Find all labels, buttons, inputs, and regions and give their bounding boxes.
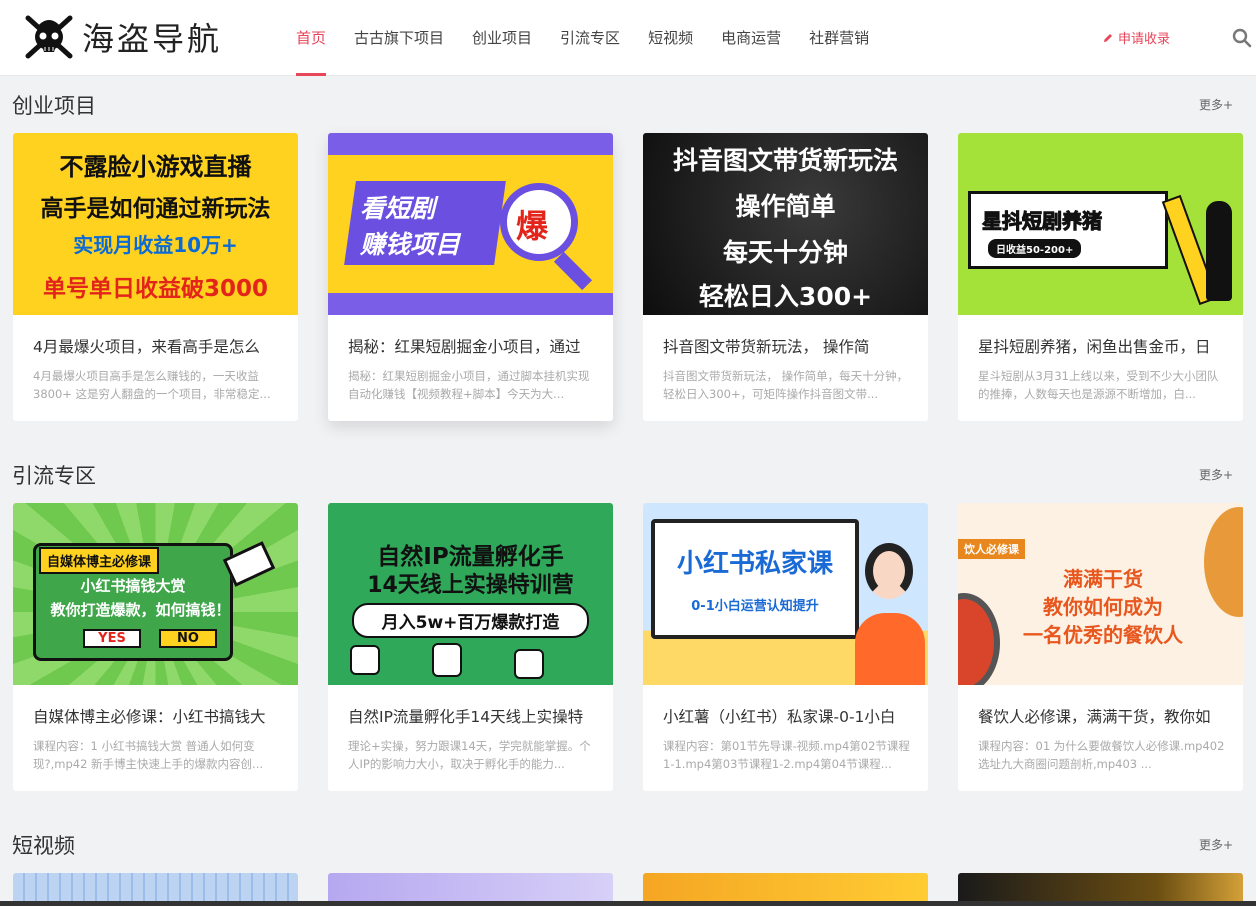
thumb-text: 操作简单 [735,192,836,221]
woman-body [855,613,925,685]
card-title: 自然IP流量孵化手14天线上实操特 [348,708,584,726]
thumb-text: 14天线上实操特训营 [367,573,574,598]
thumb-text: 小红书搞钱大赏 [80,577,186,595]
apply-listing-label: 申请收录 [1118,32,1171,47]
card-description: 揭秘：红果短剧掘金小项目，通过脚本挂机实现自动化赚钱【视频教程+脚本】今天为大.… [348,369,590,401]
thumbs-up-icon [350,645,380,675]
card-description: 课程内容：第01节先导课-视频.mp4第02节课程1-1.mp4第03节课程1-… [663,739,910,771]
card-thumbnail: 抖音图文带货新玩法 操作简单 每天十分钟 轻松日入300+ [643,133,928,315]
card-title: 自媒体博主必修课：小红书搞钱大 [33,708,266,726]
card-thumbnail: 饮人必修课 满满干货 教你如何成为 一名优秀的餐饮人 [958,503,1243,685]
more-link-startup[interactable]: 更多+ [1199,96,1233,113]
thumb-text: 轻松日入300+ [698,282,873,311]
thumb-text: 单号单日收益破3000 [42,276,268,302]
section-title-startup: 创业项目 [12,94,96,118]
thumb-text: 抖音图文带货新玩法 [672,146,898,175]
nav-short-video[interactable]: 短视频 [634,0,707,76]
card-thumbnail: 自媒体博主必修课 小红书搞钱大赏 教你打造爆款，如何搞钱！ YES NO [13,503,298,685]
more-link-short-video[interactable]: 更多+ [1199,836,1233,853]
thumb-text: 每天十分钟 [722,238,848,267]
card-title: 星抖短剧养猪，闲鱼出售金币，日 [978,338,1211,356]
site-name: 海盗导航 [82,20,223,58]
pencil-icon [1104,33,1112,42]
card-title: 抖音图文带货新玩法， 操作简 [663,338,870,356]
project-card[interactable]: 自媒体博主必修课 小红书搞钱大赏 教你打造爆款，如何搞钱！ YES NO 自媒体… [13,503,298,791]
thumb-text: 爆 [516,207,549,245]
thumb-text: 饮人必修课 [958,539,1025,559]
card-thumbnail: 不露脸小游戏直播 高手是如何通过新玩法 实现月收益10万+ 单号单日收益破300… [13,133,298,315]
thumb-text: 星抖短剧养猪 [982,209,1103,234]
card-title: 餐饮人必修课，满满干货，教你如 [978,708,1211,726]
thumb-text: NO [159,629,217,648]
food-illustration [1204,507,1243,617]
site-header: 海盗导航 首页 古古旗下项目 创业项目 引流专区 短视频 电商运营 社群营销 申… [0,0,1256,76]
project-card[interactable]: 小红书私家课 0-1小白运营认知提升 小红薯（小红书）私家课-0-1小白 课程内… [643,503,928,791]
card-description: 课程内容：01 为什么要做餐饮人必修课.mp402 选址九大商圈问题剖析,mp4… [978,739,1225,771]
thumb-text: 实现月收益10万+ [73,233,238,257]
thumb-text: 日收益50-200+ [988,239,1082,258]
nav-ecommerce[interactable]: 电商运营 [707,0,795,76]
card-title: 揭秘：红果短剧掘金小项目，通过 [348,338,581,356]
apply-listing-link[interactable]: 申请收录 [1102,28,1170,47]
pirate-skull-icon [25,15,73,59]
woman-illustration [865,543,913,599]
card-description: 抖音图文带货新玩法， 操作简单，每天十分钟，轻松日入300+，可矩阵操作抖音图文… [663,369,909,401]
more-link-traffic[interactable]: 更多+ [1199,466,1233,483]
card-description: 课程内容：1 小红书搞钱大赏 普通人如何变现?,mp42 新手博主快速上手的爆款… [33,739,264,771]
thumb-text: 月入5w+百万爆款打造 [352,603,589,638]
section-title-traffic: 引流专区 [12,464,96,488]
thumb-text: 高手是如何通过新玩法 [40,196,271,222]
site-logo[interactable]: 海盗导航 [22,10,222,64]
thumb-text: 小红书私家课 [676,549,833,579]
hotpot-illustration [958,593,1000,685]
card-thumbnail: 自然IP流量孵化手 14天线上实操特训营 月入5w+百万爆款打造 [328,503,613,685]
card-title: 4月最爆火项目，来看高手是怎么 [33,338,260,356]
card-title: 小红薯（小红书）私家课-0-1小白 [663,708,896,726]
horizontal-scrollbar[interactable] [0,901,1256,906]
project-card[interactable]: 饮人必修课 满满干货 教你如何成为 一名优秀的餐饮人 餐饮人必修课，满满干货，教… [958,503,1243,791]
thumb-text: 不露脸小游戏直播 [59,153,252,181]
card-thumbnail: 小红书私家课 0-1小白运营认知提升 [643,503,928,685]
card-description: 星斗短剧从3月31上线以来，受到不少大小团队的推捧，人数每天也是源源不断增加，白… [978,369,1219,401]
thumb-text: 自然IP流量孵化手 [377,544,564,570]
project-card[interactable]: 不露脸小游戏直播 高手是如何通过新玩法 实现月收益10万+ 单号单日收益破300… [13,133,298,421]
card-thumbnail: 星抖短剧养猪 日收益50-200+ [958,133,1243,315]
thumb-text: 教你打造爆款，如何搞钱！ [50,601,231,619]
nav-home[interactable]: 首页 [282,0,340,76]
nav-community[interactable]: 社群营销 [795,0,883,76]
project-card[interactable]: 自然IP流量孵化手 14天线上实操特训营 月入5w+百万爆款打造 自然IP流量孵… [328,503,613,791]
thumb-text: 看短剧 [360,194,436,223]
student-illustration [1206,201,1232,301]
project-card[interactable]: 星抖短剧养猪 日收益50-200+ 星抖短剧养猪，闲鱼出售金币，日 星斗短剧从3… [958,133,1243,421]
search-icon[interactable] [1232,28,1252,48]
thumb-text: 自媒体博主必修课 [39,547,160,574]
thumbs-up-icon [432,643,462,677]
project-card[interactable]: 抖音图文带货新玩法 操作简单 每天十分钟 轻松日入300+ 抖音图文带货新玩法，… [643,133,928,421]
nav-traffic[interactable]: 引流专区 [546,0,634,76]
thumb-text: YES [83,629,141,648]
thumbs-up-icon [514,649,544,679]
card-description: 理论+实操，努力跟课14天，学完就能掌握。个人IP的影响力大小，取决于孵化手的能… [348,739,591,771]
thumb-text: 满满干货 [1063,567,1143,591]
card-thumbnail: 看短剧 赚钱项目 爆 [328,133,613,315]
section-title-short-video: 短视频 [12,834,75,858]
thumb-text: 赚钱项目 [360,230,461,259]
thumb-text: 一名优秀的餐饮人 [1023,623,1183,647]
project-card[interactable]: 看短剧 赚钱项目 爆 揭秘：红果短剧掘金小项目，通过 揭秘：红果短剧掘金小项目，… [328,133,613,421]
nav-startup-projects[interactable]: 创业项目 [458,0,546,76]
thumb-text: 教你如何成为 [1043,595,1163,619]
nav-gugu-projects[interactable]: 古古旗下项目 [340,0,458,76]
main-nav: 首页 古古旗下项目 创业项目 引流专区 短视频 电商运营 社群营销 [282,0,883,76]
card-description: 4月最爆火项目高手是怎么赚钱的，一天收益3800+ 这是穷人翻盘的一个项目，非常… [33,369,271,401]
thumb-text: 0-1小白运营认知提升 [691,599,819,614]
